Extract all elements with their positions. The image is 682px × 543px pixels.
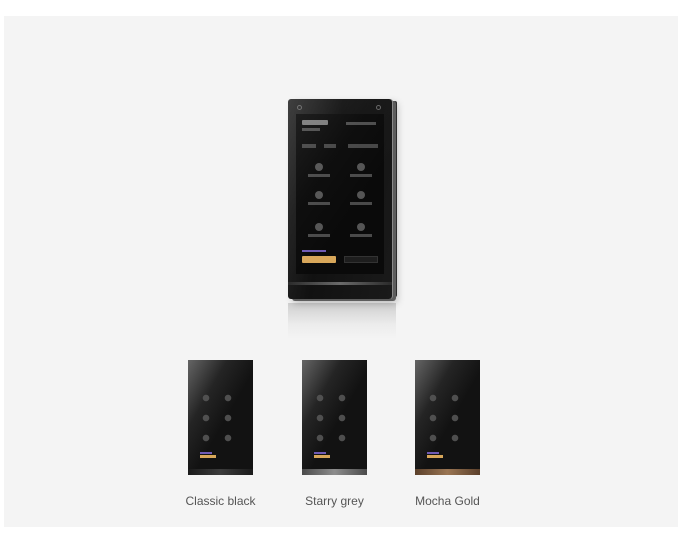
device-reflection bbox=[288, 303, 396, 339]
device-screen bbox=[296, 114, 384, 274]
screen-tile bbox=[344, 190, 378, 208]
screen-status-row bbox=[302, 144, 378, 148]
variant-classic-black[interactable]: Classic black bbox=[185, 360, 298, 510]
device-bottom-trim bbox=[288, 282, 392, 285]
screen-purple-accent bbox=[302, 250, 326, 252]
climate-icon bbox=[357, 191, 365, 199]
security-icon bbox=[357, 223, 365, 231]
screen-tile bbox=[302, 190, 336, 208]
sensor-icon bbox=[376, 105, 381, 110]
screen-weather bbox=[346, 122, 376, 125]
screen-date bbox=[302, 128, 320, 131]
variant-starry-grey[interactable]: Starry grey bbox=[302, 360, 412, 510]
light-icon bbox=[315, 163, 323, 171]
curtain-icon bbox=[357, 163, 365, 171]
screen-clock bbox=[302, 120, 328, 125]
variant-thumbnail[interactable] bbox=[188, 360, 253, 475]
screen-tile bbox=[344, 162, 378, 180]
main-device-image bbox=[288, 99, 400, 339]
variant-mocha-gold[interactable]: Mocha Gold bbox=[415, 360, 525, 510]
frame-trim bbox=[188, 469, 253, 475]
variant-thumbnail[interactable] bbox=[302, 360, 367, 475]
music-icon bbox=[315, 223, 323, 231]
screen-tile bbox=[302, 162, 336, 180]
screen-tile bbox=[302, 222, 336, 240]
variant-label: Mocha Gold bbox=[415, 494, 480, 508]
scene-icon bbox=[315, 191, 323, 199]
screen-tile bbox=[344, 222, 378, 240]
product-panel: Classic black Starry grey Mocha Gold bbox=[4, 16, 678, 527]
smart-panel-device bbox=[288, 99, 392, 299]
device-side-frame bbox=[392, 101, 397, 297]
screen-dark-button bbox=[344, 256, 378, 263]
variant-thumbnail[interactable] bbox=[415, 360, 480, 475]
frame-trim bbox=[415, 469, 480, 475]
variant-label: Classic black bbox=[185, 494, 256, 508]
frame-trim bbox=[302, 469, 367, 475]
variant-label: Starry grey bbox=[305, 494, 364, 508]
camera-icon bbox=[297, 105, 302, 110]
screen-gold-button bbox=[302, 256, 336, 263]
